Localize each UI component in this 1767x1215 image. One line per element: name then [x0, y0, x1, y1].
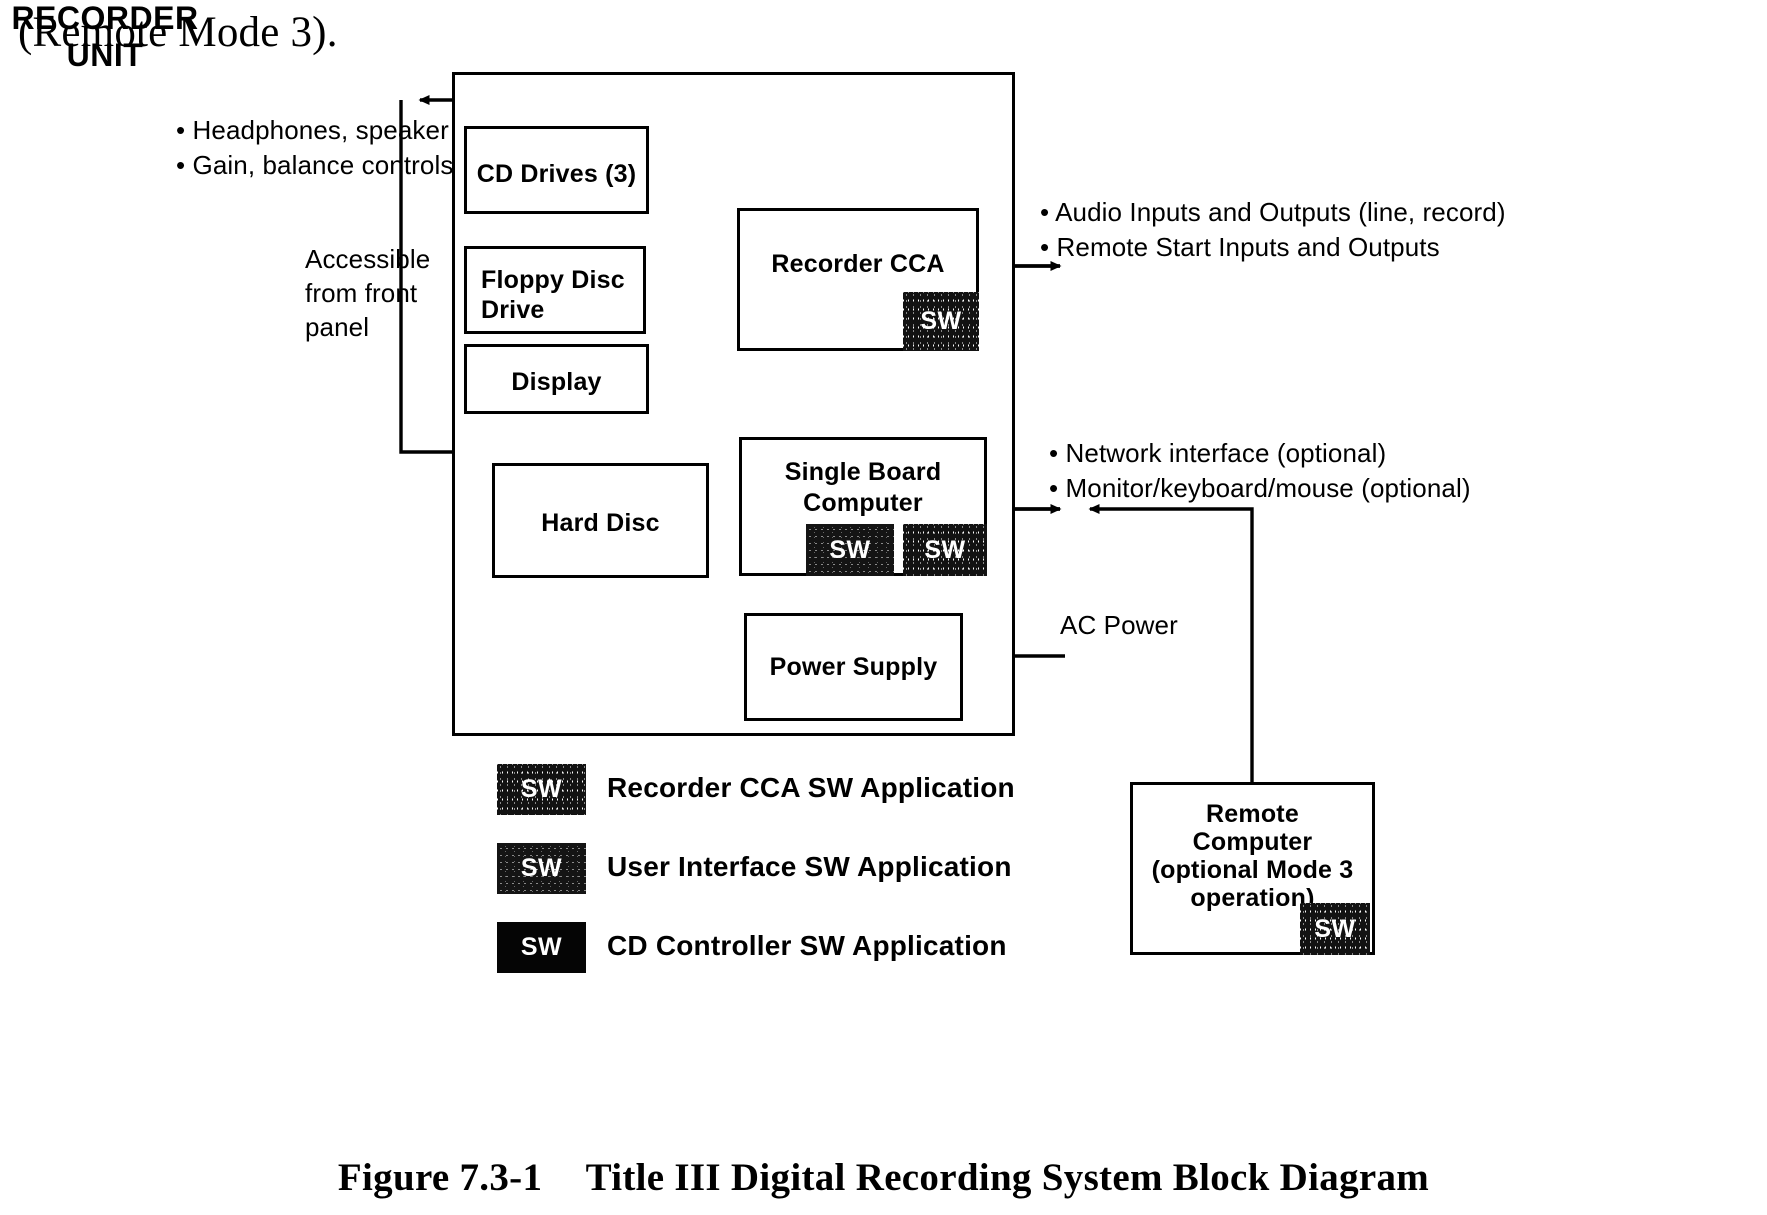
annotation-accessible-line2: from front	[305, 277, 418, 308]
sw-badge-cd-controller: SW	[903, 524, 987, 576]
block-remote-computer-label-line2: Computer	[1192, 828, 1313, 856]
block-power-supply: Power Supply	[744, 613, 963, 721]
annotation-front-panel-io: • Headphones, speaker • Gain, balance co…	[176, 113, 453, 182]
annotation-audio-io-line2: • Remote Start Inputs and Outputs	[1040, 231, 1440, 262]
figure-caption-number: Figure 7.3-1	[337, 1156, 543, 1199]
block-remote-computer-label-line1: Remote	[1206, 800, 1299, 828]
annotation-audio-io-line1: • Audio Inputs and Outputs (line, record…	[1040, 197, 1506, 227]
legend-label-2: User Interface SW Application	[607, 851, 1012, 882]
block-single-board-computer-label-line2: Computer	[803, 489, 923, 517]
sw-badge-user-interface: SW	[806, 524, 894, 576]
legend-swatch-2: SW	[497, 843, 586, 894]
block-cd-drives-label: CD Drives (3)	[476, 160, 637, 188]
block-recorder-cca-label: Recorder CCA	[771, 250, 945, 278]
annotation-front-panel-io-line1: • Headphones, speaker	[176, 115, 449, 145]
annotation-accessible-line1: Accessible	[305, 244, 431, 274]
annotation-accessible-front-panel: Accessible from front panel	[305, 243, 430, 344]
annotation-ac-power: AC Power	[1060, 610, 1178, 640]
legend-swatch-3: SW	[497, 922, 586, 973]
annotation-network-interface: • Network interface (optional) • Monitor…	[1049, 436, 1471, 505]
sw-badge-recorder-cca: SW	[903, 292, 979, 351]
block-floppy-disc-drive-label-line2: Drive	[481, 296, 545, 324]
sw-badge-remote-computer: SW	[1300, 903, 1370, 955]
legend-label-3: CD Controller SW Application	[607, 930, 1007, 961]
block-power-supply-label: Power Supply	[769, 653, 938, 681]
figure-caption-title: Title III Digital Recording System Block…	[585, 1156, 1430, 1199]
block-floppy-disc-drive-label-line1: Floppy Disc	[481, 266, 625, 294]
block-remote-computer-label-line3: (optional Mode 3	[1151, 856, 1354, 884]
block-display-label: Display	[511, 368, 602, 396]
annotation-audio-io: • Audio Inputs and Outputs (line, record…	[1040, 195, 1506, 264]
legend-swatch-1: SW	[497, 764, 586, 815]
annotation-front-panel-io-line2: • Gain, balance controls	[176, 149, 454, 180]
figure-caption: Figure 7.3-1 Title III Digital Recording…	[0, 1155, 1767, 1200]
legend-label-1: Recorder CCA SW Application	[607, 772, 1015, 803]
annotation-network-line2: • Monitor/keyboard/mouse (optional)	[1049, 472, 1471, 503]
block-cd-drives: CD Drives (3)	[464, 126, 649, 214]
block-hard-disc-label: Hard Disc	[541, 509, 660, 537]
block-hard-disc: Hard Disc	[492, 463, 709, 578]
annotation-accessible-line3: panel	[305, 311, 370, 342]
block-display: Display	[464, 344, 649, 414]
annotation-network-line1: • Network interface (optional)	[1049, 438, 1387, 468]
block-single-board-computer-label-line1: Single Board	[784, 458, 942, 486]
block-floppy-disc-drive: Floppy Disc Drive	[464, 246, 646, 334]
